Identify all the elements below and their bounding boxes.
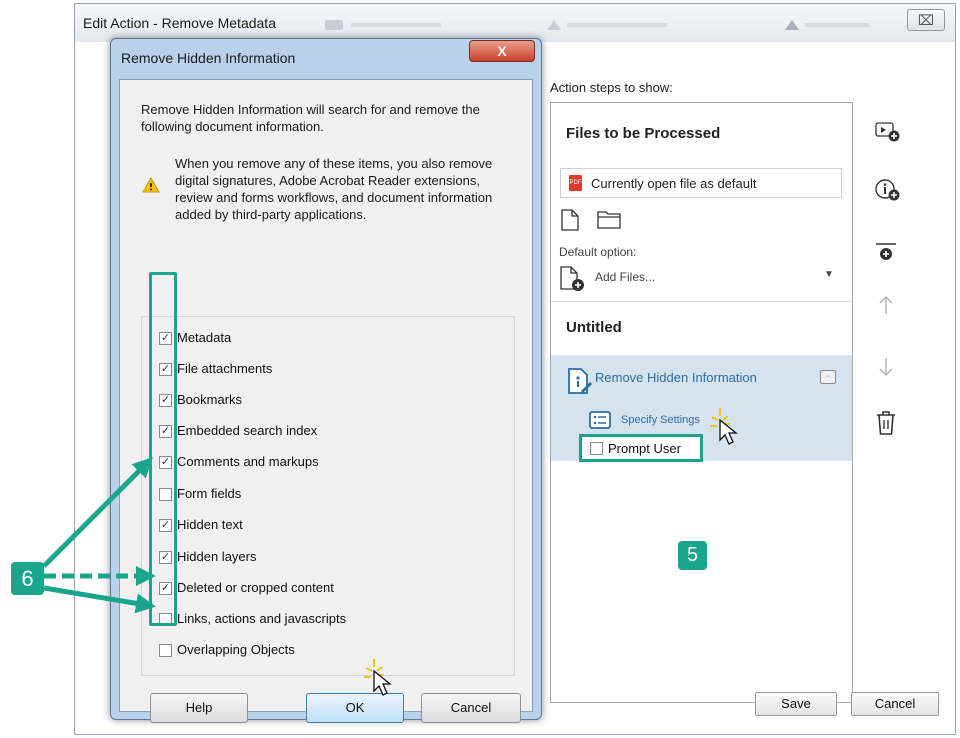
arrow-to-overlapping-objects [43,585,156,614]
arrow-to-form-fields [42,457,153,568]
annotation-arrows [42,457,156,614]
step-badge-6: 6 [11,562,44,595]
